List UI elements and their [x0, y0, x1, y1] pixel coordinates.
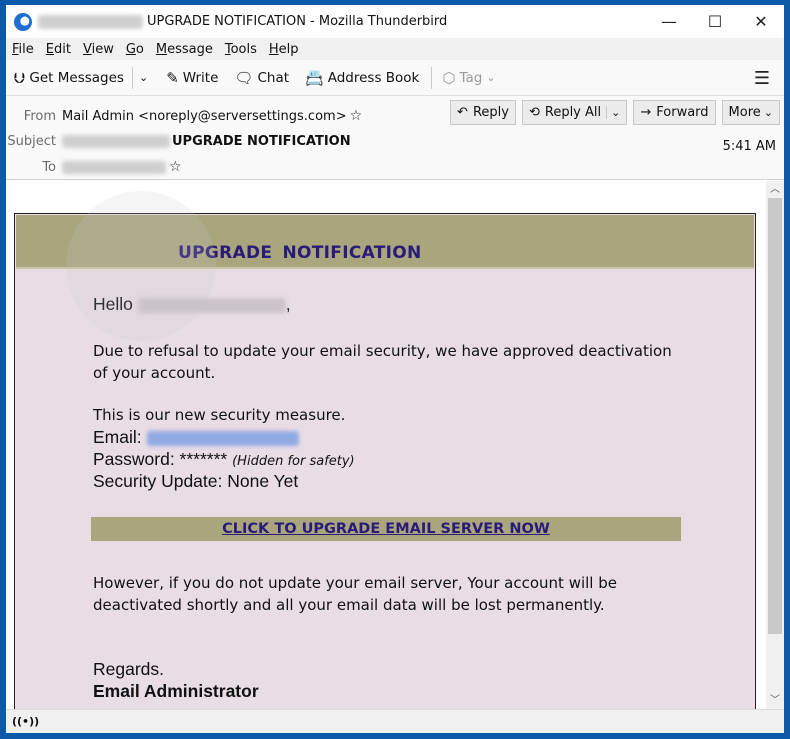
reply-all-button[interactable]: ⟲ Reply All ⌄	[521, 100, 628, 125]
to-row: To ☆	[6, 159, 182, 175]
menu-tools[interactable]: Tools	[225, 42, 257, 57]
email-content: UPGRADE NOTIFICATION Hello , Due to refu…	[14, 213, 756, 709]
main-toolbar: ⮋ Get Messages ⌄ ✎ Write 🗨 Chat 📇 Addres…	[6, 60, 784, 96]
menu-message[interactable]: Message	[156, 42, 213, 57]
pencil-icon: ✎	[166, 68, 179, 87]
from-value[interactable]: Mail Admin <noreply@serversettings.com>	[62, 109, 347, 124]
maximize-button[interactable]: ☐	[692, 5, 738, 38]
menu-view[interactable]: View	[83, 42, 114, 57]
forward-button[interactable]: → Forward	[633, 100, 716, 125]
download-icon: ⮋	[14, 68, 26, 87]
status-bar: ((•))	[6, 709, 784, 733]
from-row: From Mail Admin <noreply@serversettings.…	[6, 108, 362, 124]
chevron-down-icon: ⌄	[486, 71, 496, 84]
redacted-recipient	[38, 14, 143, 29]
toolbar-divider	[431, 66, 433, 89]
star-icon[interactable]: ☆	[350, 108, 363, 124]
toolbar-divider	[131, 66, 133, 89]
message-time: 5:41 AM	[722, 139, 776, 154]
reply-icon: ↶	[457, 105, 468, 120]
scroll-up-arrow-icon[interactable]: ︿	[766, 181, 784, 198]
thunderbird-window: UPGRADE NOTIFICATION - Mozilla Thunderbi…	[6, 5, 784, 733]
redacted-recipient[interactable]	[62, 160, 166, 174]
warning-paragraph: However, if you do not update your email…	[93, 574, 617, 614]
deactivation-paragraph: Due to refusal to update your email secu…	[93, 342, 672, 382]
app-menu-button[interactable]: ☰	[754, 68, 770, 89]
vertical-scrollbar[interactable]: ︿ ﹀	[766, 181, 784, 709]
get-messages-dropdown[interactable]: ⌄	[139, 71, 148, 84]
password-hint: (Hidden for safety)	[232, 454, 355, 469]
chevron-down-icon: ⌄	[763, 106, 773, 119]
reply-all-dropdown[interactable]: ⌄	[606, 106, 620, 119]
menu-go[interactable]: Go	[126, 42, 144, 57]
greeting: Hello ,	[93, 294, 291, 314]
address-book-icon: 📇	[305, 68, 324, 87]
upgrade-email-server-link[interactable]: CLICK TO UPGRADE EMAIL SERVER NOW	[222, 521, 550, 537]
title-bar: UPGRADE NOTIFICATION - Mozilla Thunderbi…	[6, 5, 784, 38]
email-line: Email:	[93, 427, 299, 448]
menu-edit[interactable]: Edit	[46, 42, 71, 57]
cta-bar: CLICK TO UPGRADE EMAIL SERVER NOW	[91, 517, 681, 541]
tag-button[interactable]: ⬡ Tag ⌄	[442, 69, 495, 87]
menu-file[interactable]: File	[12, 42, 34, 57]
address-book-button[interactable]: 📇 Address Book	[305, 69, 419, 87]
redacted-email-link[interactable]	[146, 430, 299, 446]
close-button[interactable]: ✕	[738, 5, 784, 38]
regards: Regards.	[93, 659, 165, 679]
chat-bubble-icon: 🗨	[234, 68, 254, 87]
banner-title: UPGRADE NOTIFICATION	[178, 243, 422, 263]
reply-button[interactable]: ↶ Reply	[450, 100, 516, 125]
star-icon[interactable]: ☆	[169, 159, 182, 175]
tag-icon: ⬡	[442, 68, 456, 87]
scroll-down-arrow-icon[interactable]: ﹀	[766, 692, 784, 709]
write-button[interactable]: ✎ Write	[166, 69, 218, 87]
minimize-button[interactable]: —	[646, 5, 692, 38]
security-update-line: Security Update: None Yet	[93, 471, 299, 491]
message-body: UPGRADE NOTIFICATION Hello , Due to refu…	[6, 181, 766, 709]
message-header: From Mail Admin <noreply@serversettings.…	[6, 96, 784, 180]
window-title: UPGRADE NOTIFICATION - Mozilla Thunderbi…	[147, 14, 448, 29]
reply-all-icon: ⟲	[528, 105, 540, 120]
email-banner: UPGRADE NOTIFICATION	[16, 215, 754, 269]
measure-line: This is our new security measure.	[93, 406, 346, 424]
header-actions: ↶ Reply ⟲ Reply All ⌄ → Forward More ⌄	[444, 100, 780, 125]
forward-icon: →	[640, 105, 652, 120]
get-messages-button[interactable]: ⮋ Get Messages	[14, 69, 124, 87]
redacted-recipient	[137, 297, 286, 313]
online-status-icon[interactable]: ((•))	[12, 715, 39, 728]
thunderbird-logo-icon	[14, 12, 32, 31]
to-label: To	[42, 159, 56, 175]
from-label: From	[23, 108, 56, 124]
menu-help[interactable]: Help	[269, 42, 299, 57]
chat-button[interactable]: 🗨 Chat	[234, 69, 289, 87]
signature: Email Administrator	[93, 681, 259, 701]
menu-bar: File Edit View Go Message Tools Help	[6, 38, 784, 60]
subject-value: UPGRADE NOTIFICATION	[172, 134, 351, 149]
subject-row: Subject UPGRADE NOTIFICATION	[6, 134, 351, 149]
more-button[interactable]: More ⌄	[721, 100, 780, 125]
subject-label: Subject	[7, 134, 56, 149]
redacted-subject-prefix	[62, 135, 170, 148]
password-line: Password: ******* (Hidden for safety)	[93, 449, 355, 469]
scrollbar-thumb[interactable]	[768, 198, 782, 634]
